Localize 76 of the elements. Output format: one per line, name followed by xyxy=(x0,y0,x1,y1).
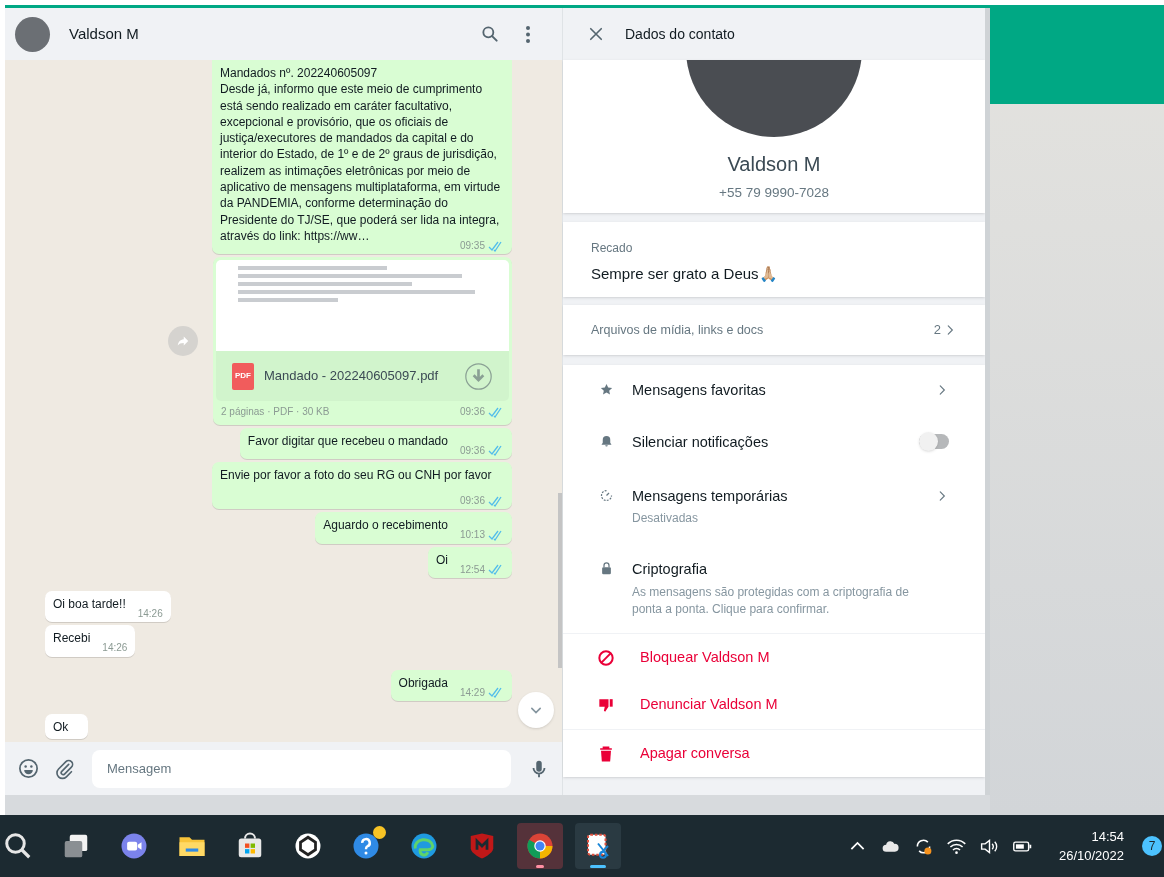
message-time: 09:36 xyxy=(459,405,485,420)
close-button[interactable] xyxy=(587,25,605,43)
action-label: Apagar conversa xyxy=(640,743,750,763)
action-row[interactable]: Bloquear Valdson M xyxy=(563,633,985,681)
search-icon xyxy=(3,831,33,861)
message-text: Oi boa tarde!! xyxy=(53,597,126,612)
action-label: Denunciar Valdson M xyxy=(640,695,778,715)
message-input[interactable]: Mensagem xyxy=(92,749,511,788)
mute-toggle[interactable] xyxy=(919,433,949,449)
option-label: Mensagens favoritas xyxy=(632,381,767,400)
lock-icon xyxy=(599,561,614,577)
message-text: Aguardo o recebimento xyxy=(323,518,448,533)
message-text: Envie por favor a foto do seu RG ou CNH por favor xyxy=(220,467,492,482)
message-time: 14:26 xyxy=(137,607,163,622)
option-row[interactable]: Criptografia As mensagens são protegidas com a criptografia de ponta a ponta. Clique para confirmar. xyxy=(563,542,985,633)
message-text: Recebi xyxy=(53,631,91,646)
running-indicator xyxy=(536,865,544,868)
file-info: 2 páginas · PDF · 30 KB xyxy=(221,405,330,420)
taskbar-app[interactable] xyxy=(575,823,621,869)
file-name: Mandado - 202240605097.pdf xyxy=(264,368,439,385)
video-chat-icon xyxy=(119,831,149,861)
media-row[interactable]: Arquivos de mídia, links e docs 2 xyxy=(563,305,985,355)
notification-count[interactable]: 7 xyxy=(1142,836,1162,856)
panel-title: Dados do contato xyxy=(625,24,735,44)
clock-button[interactable]: 14:54 26/10/2022 xyxy=(1058,827,1124,865)
media-count: 2 xyxy=(933,321,941,340)
scrollbar-thumb[interactable] xyxy=(558,493,562,668)
block-icon xyxy=(596,647,616,668)
option-subtitle: Desativadas xyxy=(632,510,700,528)
option-label: Silenciar notificações xyxy=(632,432,770,452)
menu-icon xyxy=(526,25,530,43)
taskbar-app[interactable] xyxy=(517,823,563,869)
action-label: Bloquear Valdson M xyxy=(640,647,770,667)
about-label: Recado xyxy=(591,240,634,257)
message-time: 14:29 xyxy=(459,685,485,700)
profile-name: Valdson M xyxy=(727,152,821,177)
message-time: 09:36 xyxy=(459,443,485,458)
option-row[interactable]: Mensagens temporárias Desativadas xyxy=(563,468,985,543)
action-row[interactable]: Denunciar Valdson M xyxy=(563,681,985,729)
round-logo-icon xyxy=(293,831,323,861)
media-label: Arquivos de mídia, links e docs xyxy=(591,321,765,339)
message-text: Favor digitar que recebeu o mandado xyxy=(247,433,448,448)
bell-icon xyxy=(599,433,614,449)
emoji-icon xyxy=(17,757,40,780)
message-time: 09:35 xyxy=(459,238,485,253)
swirl-logo-icon xyxy=(409,831,439,861)
action-row[interactable]: Apagar conversa xyxy=(563,729,985,777)
phone-number: +55 79 9990-7028 xyxy=(719,184,829,202)
paperclip-icon xyxy=(54,757,76,780)
star-icon xyxy=(599,382,614,397)
option-subtitle: As mensagens são protegidas com a criptografia de ponta a ponta. Clique para confirmar. xyxy=(632,584,910,618)
message-time: 14:26 xyxy=(102,641,128,656)
contact-name: Valdson M xyxy=(69,23,139,44)
round-logo-icon xyxy=(525,831,555,861)
file-type-badge: PDF xyxy=(232,362,254,390)
message-time: 12:54 xyxy=(459,562,485,577)
emoji-button[interactable] xyxy=(17,757,40,780)
attach-button[interactable] xyxy=(54,757,76,780)
search-icon xyxy=(480,24,500,44)
about-text: Sempre ser grato a Deus🙏🏼 xyxy=(591,264,779,284)
download-icon xyxy=(464,361,493,391)
option-row[interactable]: Mensagens favoritas xyxy=(563,365,985,417)
message-time: 09:36 xyxy=(459,494,485,509)
option-row[interactable]: Silenciar notificações xyxy=(563,416,985,469)
avatar-placeholder xyxy=(15,16,50,52)
message-text: Obrigada xyxy=(398,675,448,690)
question-mark-icon xyxy=(351,831,381,861)
close-icon xyxy=(587,25,605,43)
running-indicator xyxy=(590,865,606,868)
option-label: Mensagens temporárias xyxy=(632,486,789,506)
message-text: Mandados nº. 202240605097 xyxy=(220,65,379,82)
message-time: 10:13 xyxy=(459,528,485,543)
option-label: Criptografia xyxy=(632,560,708,580)
message-text: Ok xyxy=(53,719,69,734)
timer-icon xyxy=(599,487,614,503)
message-text: Oi xyxy=(435,552,448,567)
